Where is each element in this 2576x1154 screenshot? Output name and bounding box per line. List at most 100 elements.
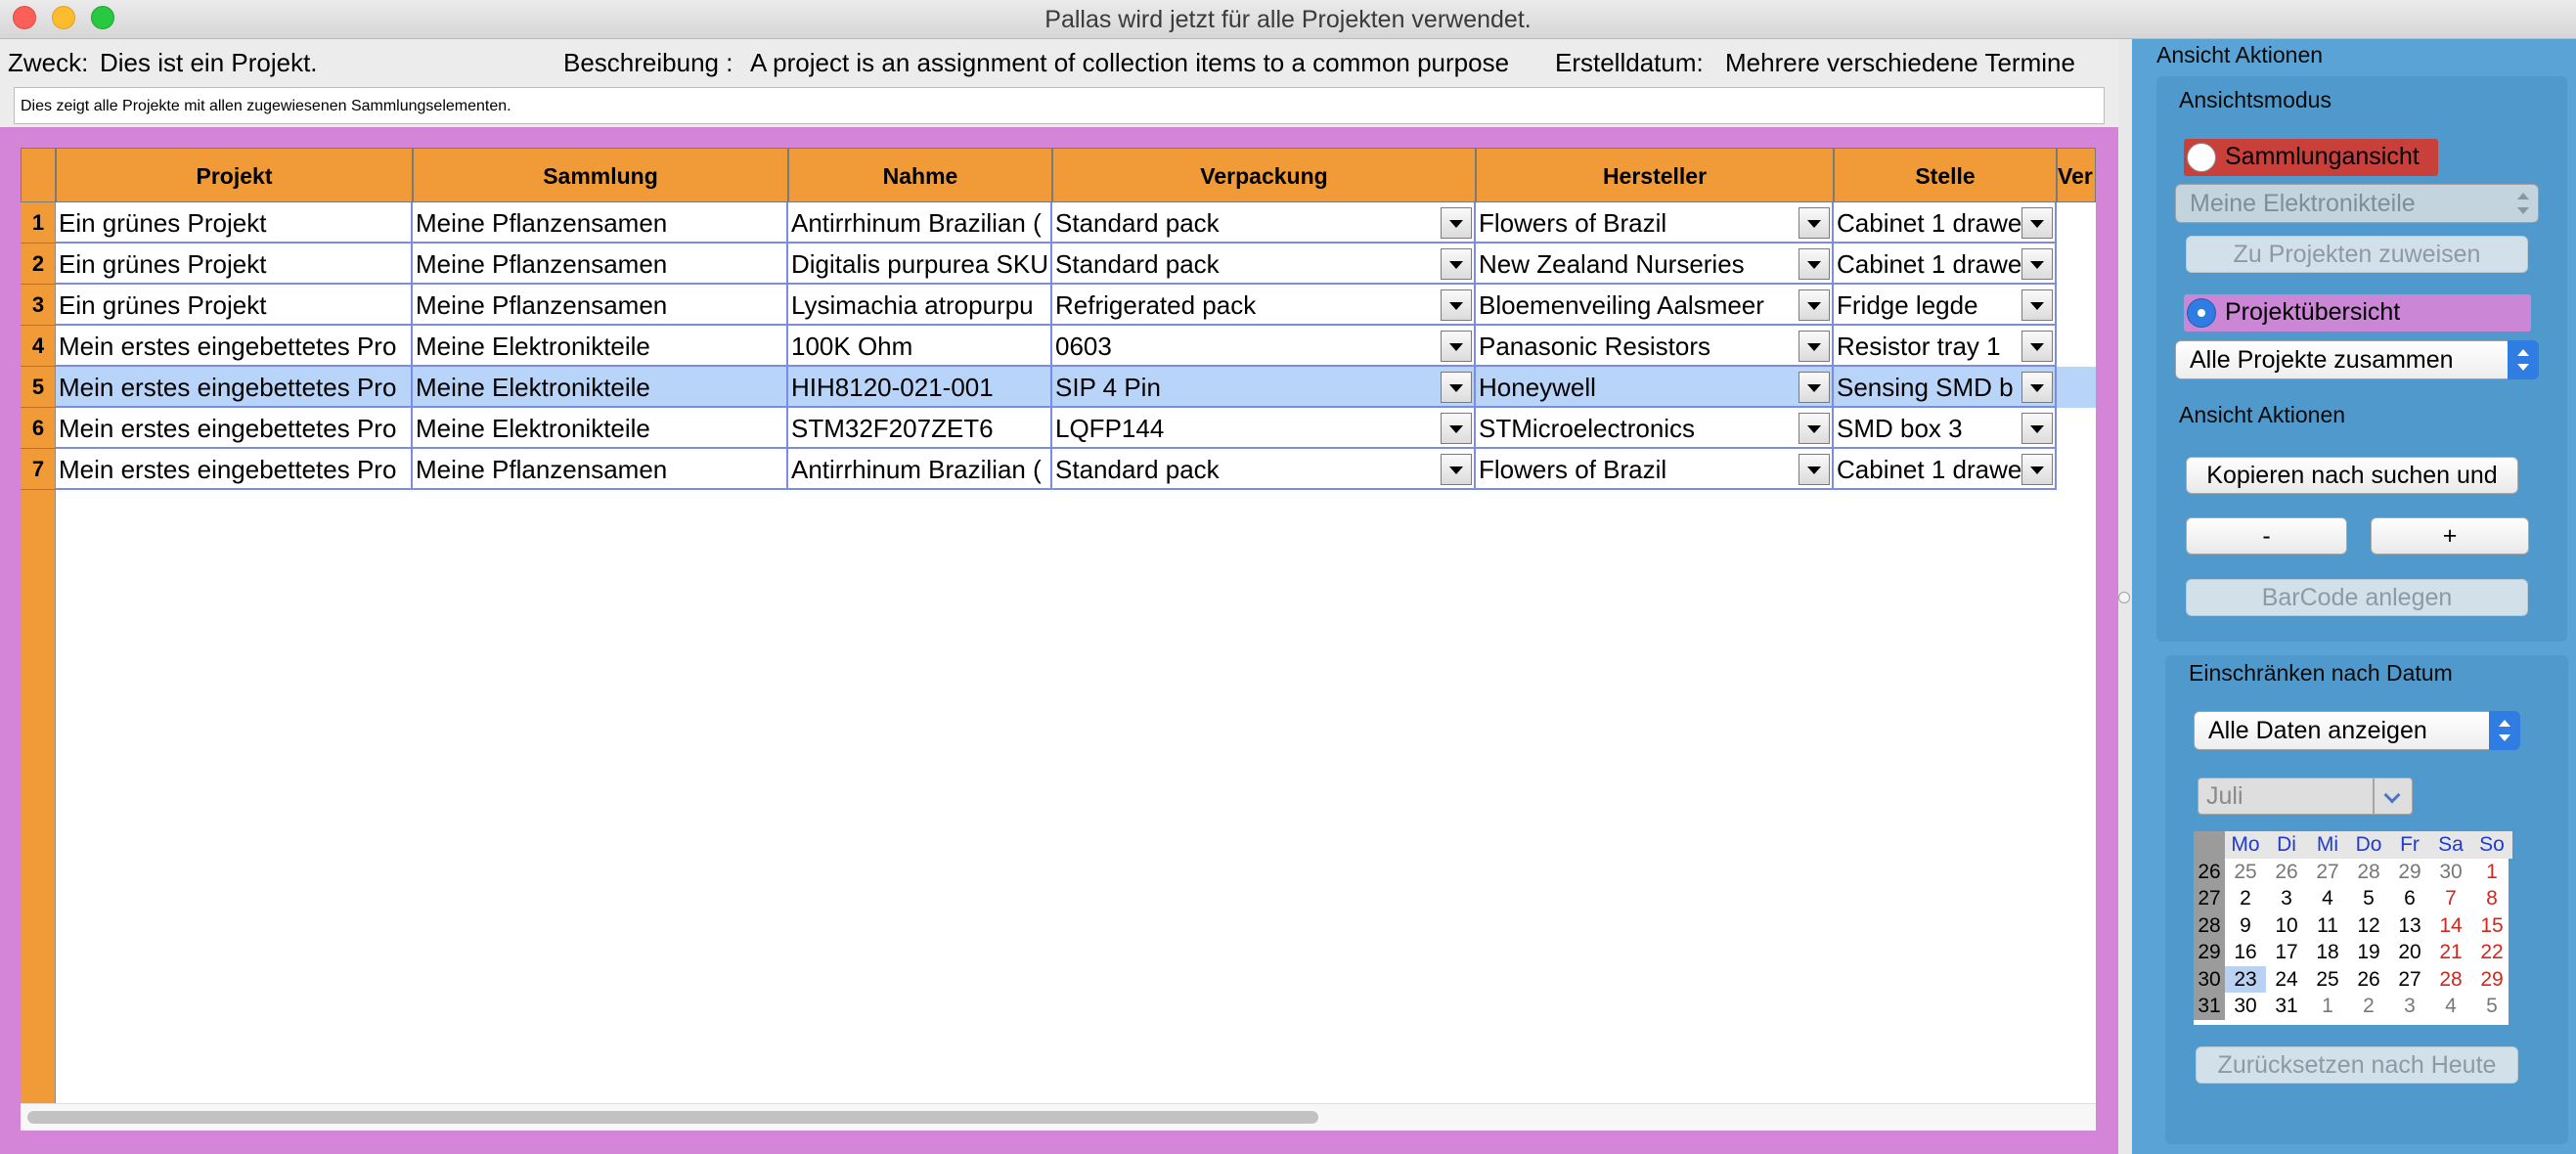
cell-dropdown-arrow-icon[interactable]	[1799, 331, 1830, 362]
calendar-day[interactable]: 9	[2225, 912, 2266, 940]
project-popup[interactable]: Alle Projekte zusammen	[2175, 340, 2539, 379]
calendar-day[interactable]: 29	[2389, 859, 2430, 886]
calendar-day[interactable]: 21	[2430, 939, 2471, 966]
copy-after-search-button[interactable]: Kopieren nach suchen und	[2186, 457, 2518, 494]
calendar-day[interactable]: 25	[2225, 859, 2266, 886]
table-cell[interactable]: Mein erstes eingebettetes Pro	[56, 367, 413, 408]
row-number[interactable]: 3	[21, 285, 56, 326]
calendar-day[interactable]: 11	[2307, 912, 2348, 940]
column-header[interactable]: Hersteller	[1476, 148, 1834, 202]
calendar-day[interactable]: 26	[2348, 966, 2389, 994]
calendar-day[interactable]: 30	[2430, 859, 2471, 886]
calendar-day[interactable]: 27	[2307, 859, 2348, 886]
table-cell[interactable]: Standard pack	[1052, 244, 1476, 285]
calendar-day[interactable]: 26	[2266, 859, 2307, 886]
calendar-day[interactable]: 8	[2471, 885, 2512, 912]
cell-dropdown-arrow-icon[interactable]	[1441, 289, 1472, 321]
calendar-day[interactable]: 25	[2307, 966, 2348, 994]
calendar-day[interactable]: 19	[2348, 939, 2389, 966]
calendar-day[interactable]: 12	[2348, 912, 2389, 940]
calendar-day[interactable]: 15	[2471, 912, 2512, 940]
calendar-day[interactable]: 14	[2430, 912, 2471, 940]
table-cell[interactable]: Honeywell	[1476, 367, 1834, 408]
calendar-day[interactable]: 1	[2471, 859, 2512, 886]
table-cell[interactable]: Flowers of Brazil	[1476, 202, 1834, 244]
cell-dropdown-arrow-icon[interactable]	[2021, 413, 2053, 444]
table-cell[interactable]: Digitalis purpurea SKU	[788, 244, 1052, 285]
calendar-day[interactable]: 28	[2430, 966, 2471, 994]
calendar-day[interactable]: 22	[2471, 939, 2512, 966]
calendar-day[interactable]: 20	[2389, 939, 2430, 966]
date-filter-chevron-icon[interactable]	[2489, 711, 2520, 750]
horizontal-scroll-thumb[interactable]	[27, 1111, 1318, 1124]
calendar-day[interactable]: 2	[2225, 885, 2266, 912]
calendar-day[interactable]: 30	[2225, 993, 2266, 1020]
calendar-day[interactable]: 13	[2389, 912, 2430, 940]
table-cell[interactable]: Mein erstes eingebettetes Pro	[56, 408, 413, 449]
cell-dropdown-arrow-icon[interactable]	[1441, 331, 1472, 362]
table-cell[interactable]: Panasonic Resistors	[1476, 326, 1834, 367]
calendar-day[interactable]: 17	[2266, 939, 2307, 966]
cell-dropdown-arrow-icon[interactable]	[1799, 289, 1830, 321]
cell-dropdown-arrow-icon[interactable]	[2021, 289, 2053, 321]
table-cell[interactable]: Flowers of Brazil	[1476, 449, 1834, 490]
cell-dropdown-arrow-icon[interactable]	[1441, 454, 1472, 485]
column-header[interactable]: Sammlung	[413, 148, 788, 202]
table-cell[interactable]: Bloemenveiling Aalsmeer	[1476, 285, 1834, 326]
column-header[interactable]: Stelle	[1834, 148, 2057, 202]
table-cell[interactable]: LQFP144	[1052, 408, 1476, 449]
calendar-day[interactable]: 3	[2266, 885, 2307, 912]
radio-project-icon[interactable]	[2187, 298, 2216, 328]
column-header[interactable]: Nahme	[788, 148, 1052, 202]
cell-dropdown-arrow-icon[interactable]	[1799, 207, 1830, 239]
minus-button[interactable]: -	[2186, 517, 2347, 555]
calendar-day[interactable]: 6	[2389, 885, 2430, 912]
table-cell[interactable]: STM32F207ZET6	[788, 408, 1052, 449]
cell-dropdown-arrow-icon[interactable]	[1441, 248, 1472, 280]
cell-dropdown-arrow-icon[interactable]	[1799, 372, 1830, 403]
table-cell[interactable]: SIP 4 Pin	[1052, 367, 1476, 408]
table-cell[interactable]: HIH8120-021-001	[788, 367, 1052, 408]
table-cell[interactable]: STMicroelectronics	[1476, 408, 1834, 449]
table-cell[interactable]: Ein grünes Projekt	[56, 244, 413, 285]
calendar-day[interactable]: 4	[2307, 885, 2348, 912]
row-number[interactable]: 6	[21, 408, 56, 449]
cell-dropdown-arrow-icon[interactable]	[2021, 207, 2053, 239]
cell-dropdown-arrow-icon[interactable]	[2021, 454, 2053, 485]
plus-button[interactable]: +	[2371, 517, 2529, 555]
column-header[interactable]: Verpackung	[1052, 148, 1476, 202]
row-number[interactable]: 2	[21, 244, 56, 285]
cell-dropdown-arrow-icon[interactable]	[1799, 454, 1830, 485]
calendar-day[interactable]: 31	[2266, 993, 2307, 1020]
cell-dropdown-arrow-icon[interactable]	[1441, 413, 1472, 444]
cell-dropdown-arrow-icon[interactable]	[2021, 331, 2053, 362]
table-cell[interactable]: Meine Pflanzensamen	[413, 285, 788, 326]
cell-dropdown-arrow-icon[interactable]	[1441, 372, 1472, 403]
calendar-day[interactable]: 5	[2348, 885, 2389, 912]
cell-dropdown-arrow-icon[interactable]	[1799, 248, 1830, 280]
project-popup-chevron-icon[interactable]	[2508, 340, 2539, 379]
calendar-day[interactable]: 7	[2430, 885, 2471, 912]
table-cell[interactable]: Meine Elektronikteile	[413, 367, 788, 408]
row-number[interactable]: 1	[21, 202, 56, 244]
table-cell[interactable]: Meine Pflanzensamen	[413, 202, 788, 244]
table-cell[interactable]: Meine Pflanzensamen	[413, 449, 788, 490]
table-cell[interactable]: Ein grünes Projekt	[56, 202, 413, 244]
calendar-day[interactable]: 23	[2225, 965, 2266, 993]
table-corner[interactable]	[21, 148, 56, 202]
calendar-day[interactable]: 4	[2430, 993, 2471, 1020]
cell-dropdown-arrow-icon[interactable]	[2021, 372, 2053, 403]
row-number[interactable]: 5	[21, 367, 56, 408]
table-cell[interactable]: Mein erstes eingebettetes Pro	[56, 449, 413, 490]
table-cell[interactable]: Refrigerated pack	[1052, 285, 1476, 326]
column-header[interactable]: Projekt	[56, 148, 413, 202]
table-cell[interactable]: Mein erstes eingebettetes Pro	[56, 326, 413, 367]
radio-collection-view[interactable]: Sammlungansicht	[2184, 139, 2438, 176]
cell-dropdown-arrow-icon[interactable]	[1441, 207, 1472, 239]
calendar-day[interactable]: 27	[2389, 966, 2430, 994]
calendar-day[interactable]: 24	[2266, 966, 2307, 994]
calendar-day[interactable]: 16	[2225, 939, 2266, 966]
calendar-day[interactable]: 18	[2307, 939, 2348, 966]
table-cell[interactable]: Lysimachia atropurpu	[788, 285, 1052, 326]
calendar-day[interactable]: 1	[2307, 993, 2348, 1020]
